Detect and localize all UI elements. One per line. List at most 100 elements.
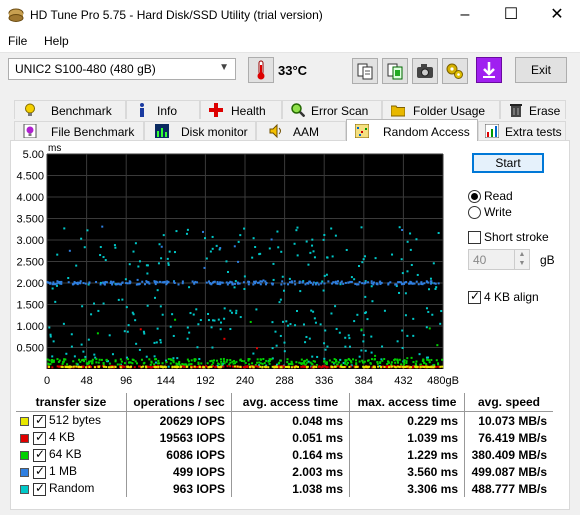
data-point bbox=[217, 318, 220, 321]
data-point bbox=[184, 363, 187, 366]
data-point bbox=[323, 365, 326, 368]
data-point bbox=[127, 324, 130, 327]
data-point bbox=[280, 283, 283, 286]
data-point bbox=[370, 351, 373, 354]
series-visible-checkbox[interactable]: ✓ bbox=[33, 447, 46, 462]
data-point bbox=[268, 358, 271, 361]
data-point bbox=[135, 283, 138, 286]
align-box[interactable]: ✓ bbox=[468, 289, 481, 304]
tab-info[interactable]: Info bbox=[126, 100, 200, 119]
data-point bbox=[188, 363, 191, 366]
menu-file[interactable]: File bbox=[8, 34, 27, 48]
data-point bbox=[326, 345, 329, 348]
avg-access-cell: 0.048 ms bbox=[231, 411, 350, 429]
tab-erase[interactable]: Erase bbox=[500, 100, 566, 119]
data-point bbox=[426, 366, 429, 369]
trash-icon bbox=[510, 104, 522, 117]
data-point bbox=[390, 361, 393, 364]
close-button[interactable]: ✕ bbox=[534, 0, 580, 30]
data-point bbox=[306, 361, 309, 364]
data-point bbox=[154, 358, 157, 361]
data-point bbox=[52, 281, 55, 284]
data-point bbox=[295, 229, 298, 232]
tab-benchmark[interactable]: Benchmark bbox=[14, 100, 126, 119]
data-point bbox=[281, 275, 284, 278]
data-point bbox=[192, 313, 195, 316]
data-point bbox=[199, 319, 202, 322]
series-color-swatch bbox=[20, 450, 29, 460]
write-radio-circle[interactable] bbox=[468, 206, 481, 219]
data-point bbox=[361, 261, 364, 264]
data-point bbox=[274, 330, 277, 333]
tab-health[interactable]: Health bbox=[200, 100, 282, 119]
data-point bbox=[280, 366, 283, 369]
data-point bbox=[101, 225, 104, 228]
data-point bbox=[150, 361, 153, 364]
data-point bbox=[386, 362, 389, 365]
data-point bbox=[307, 263, 310, 266]
short-stroke-box[interactable] bbox=[468, 231, 481, 244]
data-point bbox=[120, 360, 123, 363]
data-point bbox=[412, 317, 415, 320]
copy-screenshot-button[interactable] bbox=[382, 58, 408, 84]
minimize-button[interactable]: – bbox=[442, 0, 488, 30]
data-point bbox=[132, 358, 135, 361]
data-point bbox=[425, 307, 428, 310]
tab-extra-tests[interactable]: Extra tests bbox=[478, 121, 566, 140]
table-row: ✓ 1 MB 499 IOPS 2.003 ms 3.560 ms 499.087 MB/… bbox=[16, 463, 553, 480]
tab-error-scan[interactable]: Error Scan bbox=[282, 100, 382, 119]
series-visible-checkbox[interactable]: ✓ bbox=[33, 413, 46, 428]
data-point bbox=[107, 366, 110, 369]
data-point bbox=[173, 251, 176, 254]
maximize-button[interactable]: ☐ bbox=[488, 0, 534, 30]
series-visible-checkbox[interactable]: ✓ bbox=[33, 464, 46, 479]
y-tick-label: 4.000 bbox=[16, 192, 44, 204]
data-point bbox=[271, 283, 274, 286]
data-point bbox=[66, 363, 69, 366]
data-point bbox=[350, 280, 353, 283]
tab-folder-usage[interactable]: Folder Usage bbox=[382, 100, 500, 119]
drive-select-value: UNIC2 S100-480 (480 gB) bbox=[15, 62, 156, 76]
data-point bbox=[305, 366, 308, 369]
data-point bbox=[323, 342, 326, 345]
data-point bbox=[253, 280, 256, 283]
data-point bbox=[189, 312, 192, 315]
data-point bbox=[167, 280, 170, 283]
data-point bbox=[300, 358, 303, 361]
data-point bbox=[304, 283, 307, 286]
tab-disk-monitor[interactable]: Disk monitor bbox=[144, 121, 256, 140]
data-point bbox=[412, 334, 415, 337]
camera-button[interactable] bbox=[412, 58, 438, 84]
data-point bbox=[115, 283, 118, 286]
menu-help[interactable]: Help bbox=[44, 34, 69, 48]
data-point bbox=[169, 325, 172, 328]
series-visible-checkbox[interactable]: ✓ bbox=[33, 430, 46, 445]
data-point bbox=[205, 281, 208, 284]
series-visible-checkbox[interactable]: ✓ bbox=[33, 481, 46, 496]
data-point bbox=[430, 282, 433, 285]
data-point bbox=[48, 326, 51, 329]
data-point bbox=[363, 282, 366, 285]
tab-aam[interactable]: AAM bbox=[256, 121, 346, 140]
size-label: 4 KB bbox=[49, 430, 76, 445]
start-button[interactable]: Start bbox=[472, 153, 544, 173]
data-point bbox=[310, 366, 313, 369]
spinner-arrows-icon[interactable]: ▲ ▼ bbox=[514, 250, 529, 269]
data-point bbox=[326, 256, 329, 259]
data-point bbox=[331, 365, 334, 368]
short-stroke-input[interactable]: 40 ▲ ▼ bbox=[468, 249, 530, 270]
data-point bbox=[104, 259, 107, 262]
options-button[interactable] bbox=[442, 58, 468, 84]
save-button[interactable] bbox=[476, 57, 502, 83]
data-point bbox=[186, 228, 189, 231]
thermometer-button[interactable] bbox=[248, 57, 274, 83]
download-arrow-icon bbox=[483, 62, 495, 78]
exit-button[interactable]: Exit bbox=[515, 57, 567, 83]
copy-info-button[interactable] bbox=[352, 58, 378, 84]
drive-select[interactable]: UNIC2 S100-480 (480 gB) ▼ bbox=[8, 58, 236, 80]
tab-random-access[interactable]: Random Access bbox=[346, 119, 478, 141]
tab-file-benchmark[interactable]: File Benchmark bbox=[14, 121, 144, 140]
read-radio-circle[interactable] bbox=[468, 190, 481, 203]
data-point bbox=[301, 280, 304, 283]
data-point bbox=[298, 280, 301, 283]
